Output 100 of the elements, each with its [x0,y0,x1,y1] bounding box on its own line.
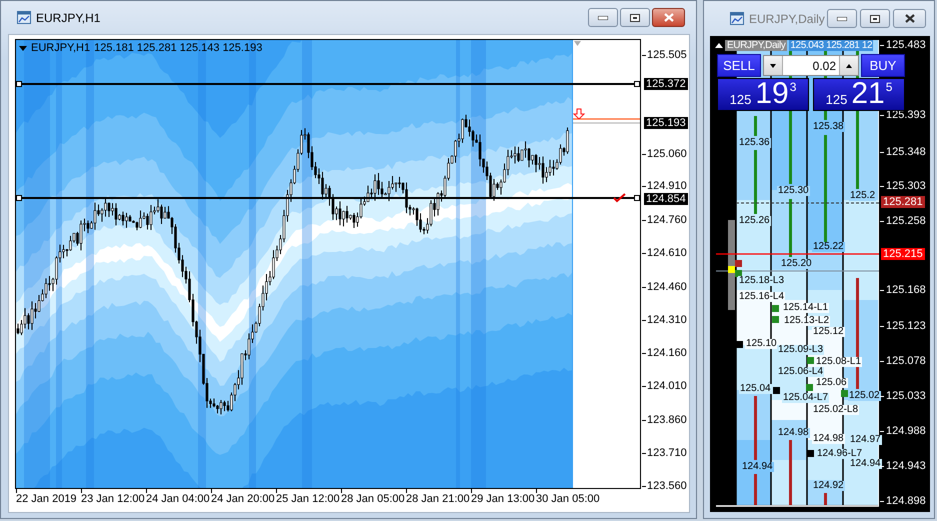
price-level-label: 124.96-L7 [816,449,864,459]
price-level-label: 125.14-L1 [782,303,830,313]
price-label: 124.898 [880,495,926,507]
price-tag: 125.372 [644,78,688,90]
check-icon [613,193,626,202]
price-level-label: 125.06 [815,378,848,388]
down-arrow-icon [572,108,586,120]
price-level-label: 125.02 [848,391,881,401]
time-label: 29 Jan 13:00 [471,489,536,511]
price-level-label: 124.98 [812,434,845,444]
price-level-label: 125.09-L3 [777,345,824,355]
price-label: 124.610 [642,247,687,259]
price-label: 125.060 [642,148,687,160]
price-label: 125.168 [880,284,926,296]
volume-spinner[interactable]: 0.02 [763,55,859,76]
maximize-button[interactable] [620,8,650,27]
window-title: EURJPY,Daily [749,12,826,26]
buy-button[interactable]: BUY [861,54,905,77]
price-tag: 125.281 [881,196,925,208]
price-level-label: 125.16-L4 [738,292,786,302]
price-label: 124.988 [880,425,926,437]
price-level-label: 125.12 [812,327,845,337]
price-label: 125.483 [880,39,926,51]
price-level-label: 125.04 [739,384,772,394]
chart-window-icon [730,12,744,25]
profile-bar [754,396,757,460]
price-label: 124.160 [642,347,687,359]
price-level-label: 125.06-L4 [777,367,824,377]
price-level-label: 125.20 [780,259,813,269]
price-label: 125.348 [880,146,926,158]
time-label: 24 Jan 20:00 [211,489,276,511]
sell-button[interactable]: SELL [717,54,761,77]
minimize-icon [598,16,608,20]
close-button[interactable] [652,8,685,27]
price-level-label: 125.10 [745,339,778,349]
time-label: 24 Jan 04:00 [146,489,211,511]
profile-bar [824,493,827,505]
chart-window-icon [17,11,31,24]
price-label: 125.078 [880,355,926,367]
price-tag: 125.215 [881,248,925,260]
price-label: 123.560 [642,480,687,492]
close-icon [904,14,914,23]
price-level-label: 125.13-L2 [783,316,830,326]
profile-bar [789,440,792,505]
profile-bar [754,474,757,505]
window-title: EURJPY,H1 [36,10,102,24]
maximize-button[interactable] [860,9,890,28]
chart-symbol: EURJPY,Daily [725,40,788,51]
close-button[interactable] [893,9,926,28]
price-label: 124.460 [642,281,687,293]
price-label: 125.258 [880,215,926,227]
profile-bar [789,199,792,257]
price-level-label: 125.38 [812,122,845,132]
minimize-button[interactable] [588,8,618,27]
price-level-label: 124.94 [741,462,774,472]
close-icon [664,13,674,22]
price-level-label: 125.02-L8 [812,405,860,415]
price-tag: 125.193 [644,117,688,129]
price-level-label: 124.92 [812,481,845,491]
profile-bar [754,150,757,214]
price-level-label: 125.30 [777,186,810,196]
price-label: 123.710 [642,447,687,459]
price-line [572,118,640,120]
time-label: 28 Jan 21:00 [406,489,471,511]
profile-bar [754,116,757,136]
time-label: 28 Jan 05:00 [341,489,406,511]
price-level-label: 125.08-L1 [815,357,862,367]
price-label: 124.943 [880,460,926,472]
price-level-label: 124.97 [849,435,882,445]
time-label: 22 Jan 2019 [16,489,81,511]
price-label: 124.760 [642,214,687,226]
time-label: 30 Jan 05:00 [536,489,601,511]
triangle-icon[interactable] [19,46,27,50]
down-triangle-icon [770,64,776,68]
triangle-icon [574,41,581,46]
price-level-label: 125.26 [738,216,771,226]
price-label: 123.860 [642,414,687,426]
increase-button[interactable] [839,56,858,75]
restore-icon [870,14,880,22]
price-label: 125.505 [642,49,687,61]
price-label: 125.303 [880,180,926,192]
price-level-label: 125.2 [849,191,876,201]
price-label: 125.123 [880,320,926,332]
price-level-label: 125.22 [812,242,845,252]
price-label: 124.310 [642,314,687,326]
decrease-button[interactable] [764,56,783,75]
time-label: 25 Jan 12:00 [276,489,341,511]
price-level-label: 124.94 [849,459,882,469]
price-quote: 125.181 125.281 125.143 125.193 [94,42,262,54]
price-label: 124.910 [642,180,687,192]
price-level-label: 125.36 [738,138,771,148]
price-label: 124.010 [642,380,687,392]
price-label: 125.033 [880,390,926,402]
minimize-button[interactable] [827,9,857,28]
price-level-label: 125.18-L3 [738,276,786,286]
price-level-label: 125.04-L7 [782,393,830,403]
price-line [572,122,640,124]
price-label: 125.393 [880,109,926,121]
restore-icon [630,14,640,22]
price-tag: 124.854 [644,193,688,205]
